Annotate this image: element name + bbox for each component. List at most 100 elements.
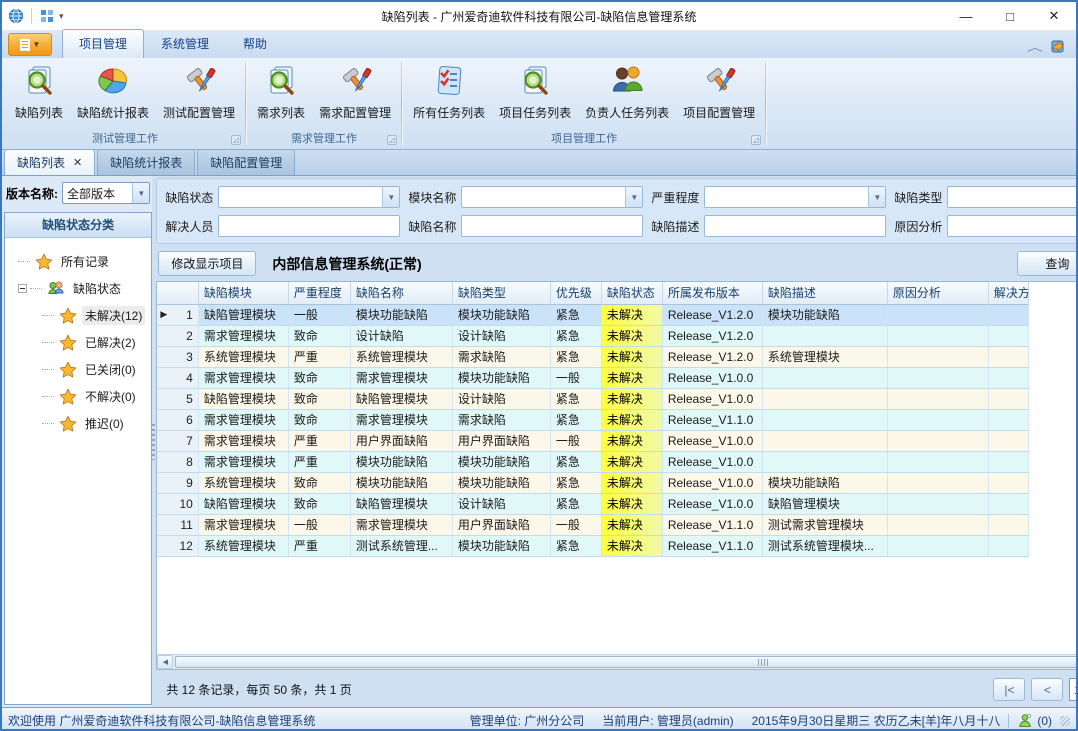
cell-缺陷描述[interactable] [762, 325, 887, 346]
dialog-launcher-icon[interactable] [387, 135, 397, 145]
filter-value-严重程度[interactable] [705, 187, 868, 207]
cell-严重程度[interactable]: 致命 [288, 409, 350, 430]
column-header-原因分析[interactable]: 原因分析 [887, 282, 988, 304]
cell-缺陷名称[interactable]: 模块功能缺陷 [350, 451, 452, 472]
cell-缺陷描述[interactable]: 测试需求管理模块 [762, 514, 887, 535]
ribbon-tab-系统管理[interactable]: 系统管理 [144, 29, 226, 58]
cell-所属发布版本[interactable]: Release_V1.2.0 [662, 304, 762, 325]
cell-缺陷描述[interactable] [762, 409, 887, 430]
table-row[interactable]: 5缺陷管理模块致命缺陷管理模块设计缺陷紧急未解决Release_V1.0.0 [157, 388, 1028, 409]
cell-原因分析[interactable] [887, 304, 988, 325]
row-number-cell[interactable]: 11 [157, 514, 198, 535]
cell-缺陷名称[interactable]: 设计缺陷 [350, 325, 452, 346]
cell-所属发布版本[interactable]: Release_V1.0.0 [662, 493, 762, 514]
column-header-row-selector[interactable] [157, 282, 198, 304]
cell-缺陷类型[interactable]: 模块功能缺陷 [452, 367, 550, 388]
cell-所属发布版本[interactable]: Release_V1.2.0 [662, 346, 762, 367]
cell-原因分析[interactable] [887, 493, 988, 514]
cell-解决方法[interactable] [988, 493, 1028, 514]
horizontal-scrollbar[interactable]: ◀ ▶ [157, 654, 1078, 669]
cell-缺陷模块[interactable]: 需求管理模块 [198, 451, 288, 472]
row-number-cell[interactable]: 7 [157, 430, 198, 451]
cell-缺陷类型[interactable]: 模块功能缺陷 [452, 451, 550, 472]
column-header-严重程度[interactable]: 严重程度 [288, 282, 350, 304]
filter-input-缺陷名称[interactable] [461, 215, 643, 237]
cell-缺陷模块[interactable]: 需求管理模块 [198, 367, 288, 388]
cell-解决方法[interactable] [988, 325, 1028, 346]
row-number-cell[interactable]: 12 [157, 535, 198, 556]
tree-item-缺陷状态[interactable]: 缺陷状态 [11, 275, 145, 302]
cell-原因分析[interactable] [887, 430, 988, 451]
application-menu-button[interactable]: ▼ [8, 33, 52, 56]
scrollbar-thumb[interactable] [175, 656, 1078, 668]
filter-dropdown-严重程度[interactable]: ▼ [704, 186, 886, 208]
row-number-cell[interactable]: 8 [157, 451, 198, 472]
cell-原因分析[interactable] [887, 388, 988, 409]
cell-所属发布版本[interactable]: Release_V1.0.0 [662, 388, 762, 409]
doc-tab-缺陷列表[interactable]: 缺陷列表✕ [4, 149, 95, 175]
column-header-所属发布版本[interactable]: 所属发布版本 [662, 282, 762, 304]
cell-所属发布版本[interactable]: Release_V1.0.0 [662, 451, 762, 472]
cell-原因分析[interactable] [887, 367, 988, 388]
cell-优先级[interactable]: 紧急 [550, 472, 601, 493]
cell-缺陷名称[interactable]: 缺陷管理模块 [350, 493, 452, 514]
filter-input-缺陷描述[interactable] [704, 215, 886, 237]
column-header-解决方法[interactable]: 解决方法 [988, 282, 1028, 304]
cell-缺陷类型[interactable]: 用户界面缺陷 [452, 514, 550, 535]
filter-value-缺陷名称[interactable] [462, 216, 642, 236]
cell-缺陷状态[interactable]: 未解决 [601, 451, 662, 472]
cell-优先级[interactable]: 紧急 [550, 535, 601, 556]
cell-解决方法[interactable] [988, 388, 1028, 409]
cell-优先级[interactable]: 紧急 [550, 409, 601, 430]
cell-缺陷类型[interactable]: 设计缺陷 [452, 493, 550, 514]
cell-缺陷描述[interactable] [762, 367, 887, 388]
cell-解决方法[interactable] [988, 535, 1028, 556]
cell-缺陷名称[interactable]: 模块功能缺陷 [350, 472, 452, 493]
cell-缺陷类型[interactable]: 模块功能缺陷 [452, 304, 550, 325]
cell-严重程度[interactable]: 严重 [288, 430, 350, 451]
chevron-down-icon[interactable]: ▼ [868, 187, 885, 207]
cell-缺陷模块[interactable]: 缺陷管理模块 [198, 304, 288, 325]
table-row[interactable]: 7需求管理模块严重用户界面缺陷用户界面缺陷一般未解决Release_V1.0.0 [157, 430, 1028, 451]
scroll-left-icon[interactable]: ◀ [157, 655, 173, 669]
first-page-button[interactable]: |< [993, 678, 1025, 701]
cell-缺陷名称[interactable]: 用户界面缺陷 [350, 430, 452, 451]
cell-缺陷描述[interactable]: 模块功能缺陷 [762, 472, 887, 493]
cell-缺陷模块[interactable]: 需求管理模块 [198, 430, 288, 451]
cell-缺陷描述[interactable] [762, 430, 887, 451]
doc-tab-缺陷配置管理[interactable]: 缺陷配置管理 [197, 149, 295, 175]
tree-item-推迟(0)[interactable]: 推迟(0) [11, 410, 145, 437]
cell-缺陷状态[interactable]: 未解决 [601, 346, 662, 367]
cell-缺陷状态[interactable]: 未解决 [601, 304, 662, 325]
maximize-button[interactable]: □ [988, 2, 1032, 30]
row-number-cell[interactable]: 5 [157, 388, 198, 409]
cell-原因分析[interactable] [887, 514, 988, 535]
cell-所属发布版本[interactable]: Release_V1.1.0 [662, 535, 762, 556]
row-number-cell[interactable]: 10 [157, 493, 198, 514]
column-header-缺陷状态[interactable]: 缺陷状态 [601, 282, 662, 304]
table-row[interactable]: 4需求管理模块致命需求管理模块模块功能缺陷一般未解决Release_V1.0.0 [157, 367, 1028, 388]
tree-item-不解决(0)[interactable]: 不解决(0) [11, 383, 145, 410]
cell-优先级[interactable]: 一般 [550, 430, 601, 451]
cell-缺陷类型[interactable]: 用户界面缺陷 [452, 430, 550, 451]
cell-严重程度[interactable]: 严重 [288, 535, 350, 556]
ribbon-button-需求配置管理[interactable]: 需求配置管理 [312, 60, 398, 123]
collapse-expander-icon[interactable] [18, 284, 27, 293]
cell-严重程度[interactable]: 致命 [288, 388, 350, 409]
cell-严重程度[interactable]: 致命 [288, 493, 350, 514]
cell-缺陷模块[interactable]: 需求管理模块 [198, 409, 288, 430]
table-row[interactable]: 3系统管理模块严重系统管理模块需求缺陷紧急未解决Release_V1.2.0系统… [157, 346, 1028, 367]
cell-缺陷类型[interactable]: 设计缺陷 [452, 325, 550, 346]
cell-缺陷名称[interactable]: 需求管理模块 [350, 514, 452, 535]
cell-优先级[interactable]: 一般 [550, 367, 601, 388]
cell-缺陷描述[interactable]: 系统管理模块 [762, 346, 887, 367]
table-row[interactable]: 10缺陷管理模块致命缺陷管理模块设计缺陷紧急未解决Release_V1.0.0缺… [157, 493, 1028, 514]
ribbon-button-缺陷列表[interactable]: 缺陷列表 [8, 60, 70, 123]
cell-严重程度[interactable]: 一般 [288, 514, 350, 535]
table-row[interactable]: ▶1缺陷管理模块一般模块功能缺陷模块功能缺陷紧急未解决Release_V1.2.… [157, 304, 1028, 325]
cell-缺陷名称[interactable]: 系统管理模块 [350, 346, 452, 367]
cell-所属发布版本[interactable]: Release_V1.1.0 [662, 514, 762, 535]
cell-解决方法[interactable] [988, 451, 1028, 472]
cell-缺陷模块[interactable]: 系统管理模块 [198, 472, 288, 493]
cell-优先级[interactable]: 紧急 [550, 304, 601, 325]
